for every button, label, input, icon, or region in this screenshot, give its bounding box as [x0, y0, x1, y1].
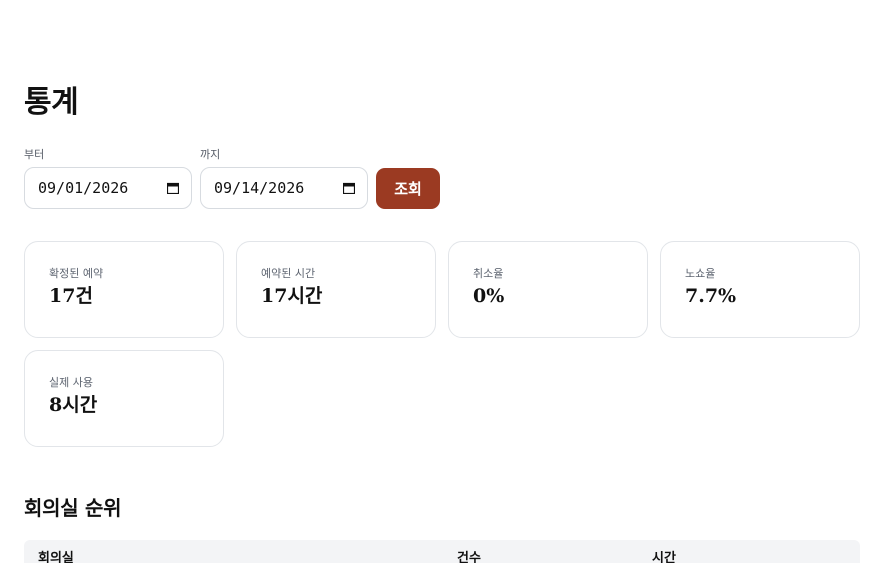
stat-label: 확정된 예약	[49, 267, 104, 280]
to-date-input[interactable]: 09/14/2026	[200, 167, 368, 209]
stat-card-cancel-rate: 취소율 0%	[448, 241, 648, 338]
stat-card-actual-usage: 실제 사용 8시간	[24, 350, 224, 447]
stat-label: 실제 사용	[49, 376, 93, 389]
stat-value: 17시간	[261, 285, 323, 307]
stat-card-no-show-rate: 노쇼율 7.7%	[660, 241, 860, 338]
from-date-input[interactable]: 09/01/2026	[24, 167, 192, 209]
stat-value: 0%	[473, 285, 505, 307]
stat-value: 17건	[49, 285, 93, 307]
stat-value: 7.7%	[685, 285, 737, 307]
from-date-value: 09/01/2026	[38, 179, 129, 197]
to-date-label: 까지	[200, 148, 221, 161]
stat-value: 8시간	[49, 394, 98, 416]
page-title: 통계	[24, 85, 79, 120]
from-date-label: 부터	[24, 148, 45, 161]
from-date-field: 부터 09/01/2026	[24, 147, 192, 209]
statistics-page: 통계 부터 09/01/2026 까지 09/14/2026 조회 확정된 예약…	[0, 0, 884, 563]
ranking-section-title: 회의실 순위	[24, 496, 122, 520]
ranking-table-header: 회의실 건수 시간	[24, 540, 860, 563]
calendar-icon[interactable]	[167, 182, 179, 194]
column-header-count[interactable]: 건수	[457, 550, 481, 563]
calendar-icon[interactable]	[343, 182, 355, 194]
stat-label: 취소율	[473, 267, 504, 280]
to-date-field: 까지 09/14/2026	[200, 147, 368, 209]
to-date-value: 09/14/2026	[214, 179, 305, 197]
query-button[interactable]: 조회	[376, 168, 440, 209]
column-header-room[interactable]: 회의실	[38, 550, 74, 563]
stat-label: 노쇼율	[685, 267, 716, 280]
column-header-hours[interactable]: 시간	[652, 550, 676, 563]
stat-card-confirmed-bookings: 확정된 예약 17건	[24, 241, 224, 338]
stat-card-booked-hours: 예약된 시간 17시간	[236, 241, 436, 338]
stat-label: 예약된 시간	[261, 267, 316, 280]
